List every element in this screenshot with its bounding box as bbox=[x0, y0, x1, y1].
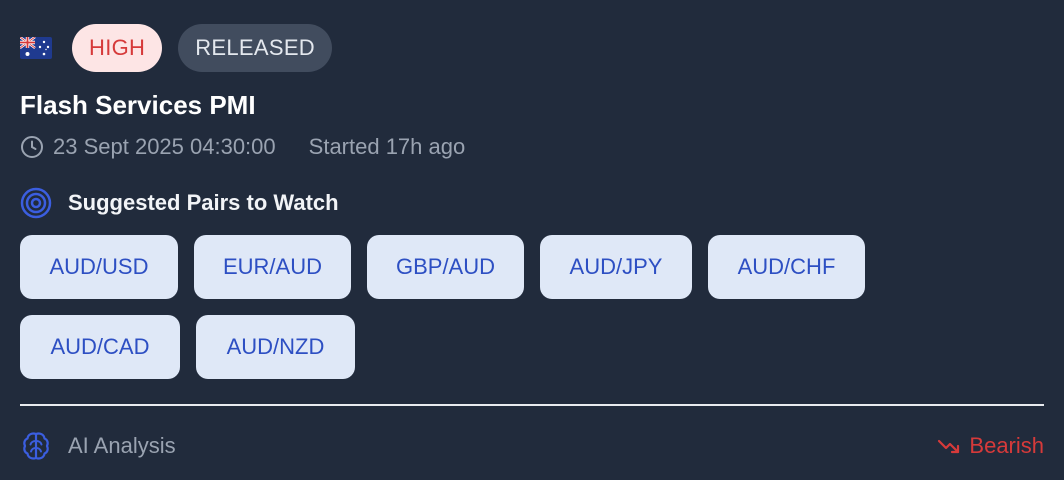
pair-chip[interactable]: AUD/NZD bbox=[196, 315, 355, 379]
brain-icon bbox=[23, 432, 49, 460]
pair-chip[interactable]: EUR/AUD bbox=[194, 235, 351, 299]
event-started: Started 17h ago bbox=[308, 134, 466, 159]
pair-chip[interactable]: AUD/USD bbox=[20, 235, 178, 299]
pairs-section-header: Suggested Pairs to Watch bbox=[20, 187, 1044, 219]
clock-icon bbox=[21, 136, 43, 158]
sentiment-indicator: Bearish bbox=[937, 433, 1044, 459]
ai-analysis-label: AI Analysis bbox=[68, 433, 176, 458]
sentiment-label: Bearish bbox=[969, 433, 1044, 458]
trending-down-icon bbox=[938, 439, 960, 454]
badge-row: HIGH RELEASED bbox=[20, 24, 1044, 72]
impact-badge: HIGH bbox=[72, 24, 163, 72]
pair-chip[interactable]: GBP/AUD bbox=[367, 235, 524, 299]
event-title: Flash Services PMI bbox=[20, 90, 256, 120]
pairs-section-title: Suggested Pairs to Watch bbox=[68, 190, 339, 215]
pair-chip[interactable]: AUD/CAD bbox=[20, 315, 180, 379]
pair-chip[interactable]: AUD/CHF bbox=[708, 235, 865, 299]
event-datetime: 23 Sept 2025 04:30:00 bbox=[53, 134, 276, 159]
status-badge: RELEASED bbox=[178, 24, 332, 72]
divider bbox=[20, 404, 1044, 406]
ai-analysis-row[interactable]: AI Analysis Bearish bbox=[20, 428, 1044, 464]
event-meta: 23 Sept 2025 04:30:00 Started 17h ago bbox=[20, 132, 1044, 162]
target-icon bbox=[20, 187, 52, 219]
australia-flag-icon bbox=[20, 37, 52, 59]
event-card: HIGH RELEASED Flash Services PMI 23 Sept… bbox=[20, 24, 1044, 460]
pairs-list: AUD/USD EUR/AUD GBP/AUD AUD/JPY AUD/CHF … bbox=[20, 235, 1050, 395]
pair-chip[interactable]: AUD/JPY bbox=[540, 235, 692, 299]
